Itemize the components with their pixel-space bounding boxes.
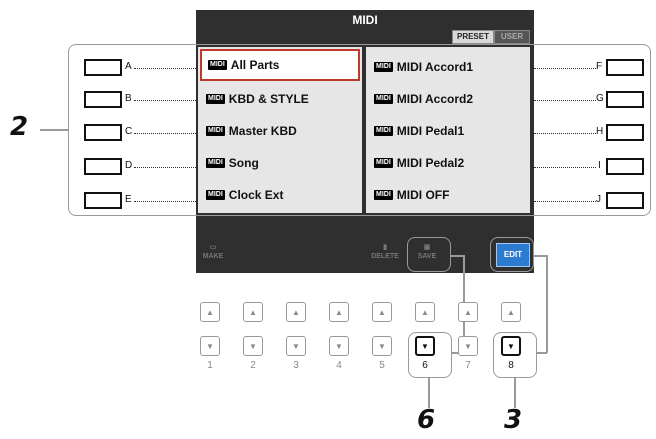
side-label-e: E: [125, 194, 132, 205]
side-label-h: H: [596, 126, 604, 137]
dotted-leader: [534, 100, 596, 101]
button-number-3: 3: [293, 360, 299, 371]
down-button-7[interactable]: ▼: [458, 336, 478, 356]
side-label-g: G: [596, 93, 604, 104]
up-arrow-icon: ▲: [464, 307, 472, 317]
down-arrow-icon: ▼: [421, 341, 429, 351]
button-number-4: 4: [336, 360, 342, 371]
dotted-leader: [134, 167, 196, 168]
button-number-8: 8: [508, 360, 514, 371]
up-arrow-icon: ▲: [335, 307, 343, 317]
tab-preset[interactable]: PRESET: [452, 30, 494, 44]
down-arrow-icon: ▼: [249, 341, 257, 351]
down-arrow-icon: ▼: [507, 341, 515, 351]
up-button-6[interactable]: ▲: [415, 302, 435, 322]
side-button-b[interactable]: [84, 91, 122, 108]
side-button-a[interactable]: [84, 59, 122, 76]
down-arrow-icon: ▼: [378, 341, 386, 351]
up-arrow-icon: ▲: [507, 307, 515, 317]
up-button-1[interactable]: ▲: [200, 302, 220, 322]
dotted-leader: [534, 167, 596, 168]
down-button-5[interactable]: ▼: [372, 336, 392, 356]
dotted-leader: [134, 100, 196, 101]
dotted-leader: [534, 201, 596, 202]
dotted-leader: [534, 68, 596, 69]
delete-label: DELETE: [371, 253, 399, 260]
side-button-h[interactable]: [606, 124, 644, 141]
callout-line: [514, 378, 516, 408]
side-label-f: F: [596, 61, 603, 72]
up-arrow-icon: ▲: [249, 307, 257, 317]
button-number-5: 5: [379, 360, 385, 371]
side-button-e[interactable]: [84, 192, 122, 209]
up-arrow-icon: ▲: [292, 307, 300, 317]
side-label-a: A: [125, 61, 132, 72]
callout-line: [40, 129, 68, 131]
callout-line: [428, 378, 430, 408]
edit-highlight-frame: [490, 237, 534, 272]
up-arrow-icon: ▲: [378, 307, 386, 317]
down-button-6[interactable]: ▼: [415, 336, 435, 356]
down-arrow-icon: ▼: [206, 341, 214, 351]
dotted-leader: [534, 133, 596, 134]
side-label-j: J: [596, 194, 601, 205]
down-arrow-icon: ▼: [335, 341, 343, 351]
up-button-5[interactable]: ▲: [372, 302, 392, 322]
down-button-3[interactable]: ▼: [286, 336, 306, 356]
side-button-g[interactable]: [606, 91, 644, 108]
up-arrow-icon: ▲: [206, 307, 214, 317]
connector-line: [450, 255, 464, 257]
down-button-8[interactable]: ▼: [501, 336, 521, 356]
button-number-7: 7: [465, 360, 471, 371]
up-button-8[interactable]: ▲: [501, 302, 521, 322]
side-button-j[interactable]: [606, 192, 644, 209]
up-button-3[interactable]: ▲: [286, 302, 306, 322]
screen-title: MIDI: [352, 13, 378, 27]
make-button[interactable]: ▭ MAKE: [198, 243, 228, 267]
side-button-d[interactable]: [84, 158, 122, 175]
dotted-leader: [134, 68, 196, 69]
save-highlight-frame: [407, 237, 451, 272]
button-number-6: 6: [422, 360, 428, 371]
make-label: MAKE: [202, 253, 224, 260]
down-button-1[interactable]: ▼: [200, 336, 220, 356]
button-number-1: 1: [207, 360, 213, 371]
down-arrow-icon: ▼: [292, 341, 300, 351]
side-label-c: C: [125, 126, 133, 137]
soft-button-bar: [196, 213, 534, 273]
down-button-2[interactable]: ▼: [243, 336, 263, 356]
delete-button[interactable]: ▮ DELETE: [368, 243, 402, 267]
side-buttons-frame: [68, 44, 651, 216]
trash-icon: ▮: [383, 244, 387, 251]
callout-step-6: 6: [417, 405, 436, 435]
down-arrow-icon: ▼: [464, 341, 472, 351]
dotted-leader: [134, 201, 196, 202]
connector-line: [536, 352, 547, 354]
side-button-f[interactable]: [606, 59, 644, 76]
down-button-4[interactable]: ▼: [329, 336, 349, 356]
tab-user[interactable]: USER: [494, 30, 530, 44]
button-number-2: 2: [250, 360, 256, 371]
connector-line: [533, 255, 547, 257]
side-label-b: B: [125, 93, 132, 104]
up-arrow-icon: ▲: [421, 307, 429, 317]
up-button-7[interactable]: ▲: [458, 302, 478, 322]
callout-step-2: 2: [10, 112, 29, 142]
side-button-c[interactable]: [84, 124, 122, 141]
side-label-d: D: [125, 160, 133, 171]
up-button-4[interactable]: ▲: [329, 302, 349, 322]
folder-icon: ▭: [209, 244, 217, 251]
connector-line: [546, 255, 548, 353]
callout-step-3: 3: [504, 405, 523, 435]
side-label-i: I: [598, 160, 601, 171]
side-button-i[interactable]: [606, 158, 644, 175]
up-button-2[interactable]: ▲: [243, 302, 263, 322]
dotted-leader: [134, 133, 196, 134]
